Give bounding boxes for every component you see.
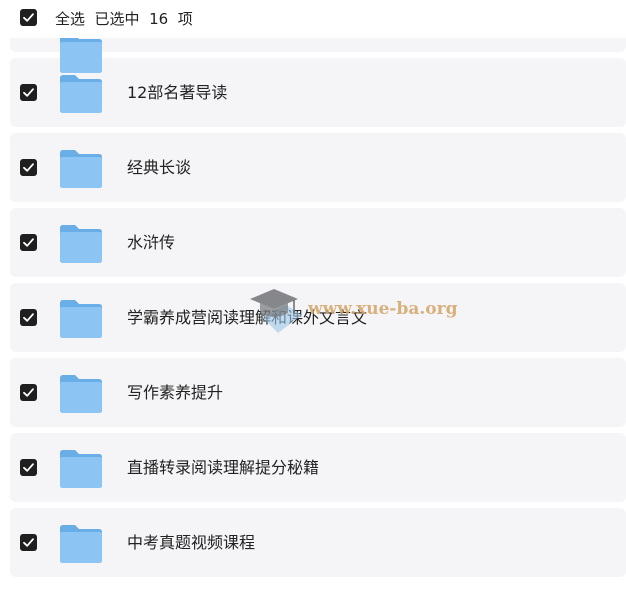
folder-name[interactable]: 写作素养提升 [127, 382, 223, 404]
check-icon [23, 238, 34, 247]
item-checkbox[interactable] [20, 384, 37, 401]
select-all-checkbox[interactable] [20, 9, 37, 26]
item-checkbox[interactable] [20, 534, 37, 551]
folder-name[interactable]: 直播转录阅读理解提分秘籍 [127, 457, 319, 479]
item-checkbox[interactable] [20, 159, 37, 176]
folder-name[interactable]: 学霸养成营阅读理解和课外文言文 [127, 307, 367, 329]
folder-icon [58, 147, 104, 189]
folder-icon [58, 522, 104, 564]
check-icon [23, 13, 34, 22]
list-item[interactable]: 中考真题视频课程 [10, 508, 626, 577]
check-icon [23, 463, 34, 472]
check-icon [23, 163, 34, 172]
file-list: 12部名著导读 经典长谈 水浒传 学霸养成营阅读理解和课外文言文 写作素养提升 … [10, 58, 626, 583]
folder-icon [58, 222, 104, 264]
item-checkbox[interactable] [20, 234, 37, 251]
item-checkbox[interactable] [20, 309, 37, 326]
folder-icon [58, 372, 104, 414]
check-icon [23, 88, 34, 97]
list-item[interactable]: 水浒传 [10, 208, 626, 277]
folder-icon [58, 447, 104, 489]
folder-name[interactable]: 中考真题视频课程 [127, 532, 255, 554]
check-icon [23, 388, 34, 397]
list-item[interactable]: 写作素养提升 [10, 358, 626, 427]
folder-icon [58, 32, 104, 74]
check-icon [23, 538, 34, 547]
check-icon [23, 313, 34, 322]
selection-header: 全选 已选中 16 项 [0, 0, 626, 38]
list-item[interactable]: 学霸养成营阅读理解和课外文言文 [10, 283, 626, 352]
folder-name[interactable]: 经典长谈 [127, 157, 191, 179]
item-checkbox[interactable] [20, 84, 37, 101]
folder-name[interactable]: 水浒传 [127, 232, 175, 254]
folder-icon [58, 72, 104, 114]
selection-count-label: 全选 已选中 16 项 [55, 10, 193, 28]
list-item[interactable]: 经典长谈 [10, 133, 626, 202]
list-item[interactable]: 直播转录阅读理解提分秘籍 [10, 433, 626, 502]
folder-icon [58, 297, 104, 339]
folder-name[interactable]: 12部名著导读 [127, 82, 227, 104]
item-checkbox[interactable] [20, 459, 37, 476]
